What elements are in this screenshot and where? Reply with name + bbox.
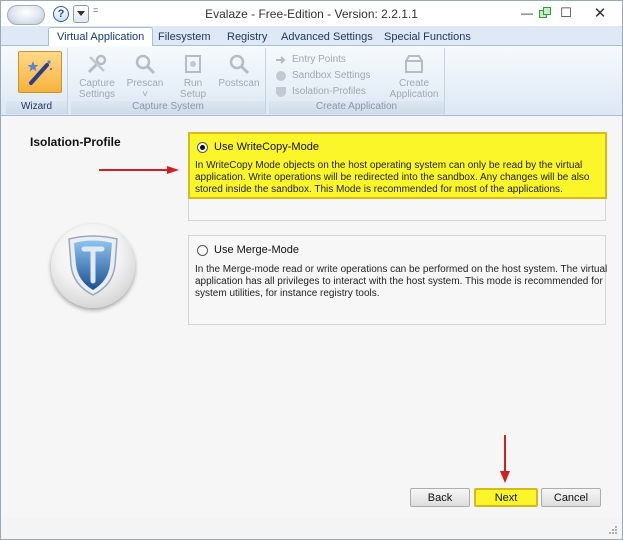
tab-advanced-settings[interactable]: Advanced Settings bbox=[273, 28, 381, 46]
isolation-shield-icon bbox=[51, 224, 135, 308]
cancel-button[interactable]: Cancel bbox=[541, 488, 601, 507]
tab-virtual-application[interactable]: Virtual Application bbox=[48, 27, 154, 47]
create-application-label-2: Application bbox=[389, 89, 439, 100]
merge-radio[interactable] bbox=[197, 244, 208, 256]
capture-settings-label-2: Settings bbox=[78, 89, 116, 100]
sphere-icon bbox=[275, 70, 287, 82]
resize-grip[interactable] bbox=[608, 525, 618, 535]
writecopy-radio-option[interactable]: Use WriteCopy-Mode bbox=[197, 141, 319, 153]
merge-description-line: system utilities, for instance registry … bbox=[195, 288, 380, 299]
annotation-arrow-icon bbox=[99, 166, 179, 174]
create-application-button[interactable]: Create Application bbox=[389, 52, 439, 100]
sandbox-settings-button[interactable]: Sandbox Settings bbox=[275, 68, 370, 83]
writecopy-description-line: application. Write operations will be re… bbox=[195, 172, 590, 183]
magnifier-icon bbox=[227, 52, 251, 76]
entry-points-label: Entry Points bbox=[292, 54, 346, 65]
tab-registry[interactable]: Registry bbox=[219, 28, 275, 46]
app-window: ? = Evalaze - Free-Edition - Version: 2.… bbox=[0, 0, 623, 540]
shield-icon bbox=[275, 86, 287, 98]
run-setup-label-2: Setup bbox=[179, 89, 207, 100]
isolation-profiles-label: Isolation-Profiles bbox=[292, 86, 366, 97]
capture-group-label: Capture System bbox=[71, 101, 265, 114]
title-bar: ? = Evalaze - Free-Edition - Version: 2.… bbox=[1, 1, 622, 27]
arrow-icon bbox=[275, 54, 287, 66]
tools-icon bbox=[85, 52, 109, 76]
prescan-dropdown-glyph: ˅ bbox=[142, 89, 148, 100]
postscan-label: Postscan bbox=[218, 78, 260, 89]
merge-description-line: application has all privileges to intera… bbox=[195, 276, 603, 287]
entry-points-button[interactable]: Entry Points bbox=[275, 52, 346, 67]
page-title: Isolation-Profile bbox=[30, 135, 121, 149]
merge-description: In the Merge-mode read or write operatio… bbox=[195, 264, 607, 300]
run-setup-button[interactable]: Run Setup bbox=[171, 52, 215, 100]
close-button[interactable]: ✕ bbox=[590, 4, 610, 22]
wizard-group: Wizard bbox=[6, 48, 68, 114]
capture-settings-button[interactable]: Capture Settings bbox=[75, 52, 119, 100]
merge-radio-option[interactable]: Use Merge-Mode bbox=[197, 244, 299, 256]
writecopy-label: Use WriteCopy-Mode bbox=[214, 141, 319, 153]
ribbon-panel: Wizard Capture Settings Prescan ˅ Run Se… bbox=[1, 46, 622, 116]
back-button[interactable]: Back bbox=[410, 488, 470, 507]
magnifier-icon bbox=[133, 52, 157, 76]
package-icon bbox=[402, 52, 426, 76]
isolation-profiles-button[interactable]: Isolation-Profiles bbox=[275, 84, 366, 99]
writecopy-description-line: In WriteCopy Mode objects on the host op… bbox=[195, 160, 583, 171]
windows-icon bbox=[539, 7, 551, 19]
magic-wand-icon bbox=[27, 60, 53, 85]
setup-icon bbox=[181, 52, 205, 76]
writecopy-radio[interactable] bbox=[197, 141, 208, 153]
minimize-button[interactable]: — bbox=[517, 4, 537, 22]
next-button[interactable]: Next bbox=[474, 488, 538, 507]
wizard-content: Isolation-Profile Use WriteCopy-Mode In … bbox=[1, 117, 622, 517]
ribbon-tabs: Virtual Application Filesystem Registry … bbox=[1, 26, 622, 47]
maximize-button[interactable]: ☐ bbox=[556, 4, 576, 22]
tab-filesystem[interactable]: Filesystem bbox=[150, 28, 219, 46]
create-application-label-1: Create bbox=[398, 78, 429, 89]
wizard-button[interactable] bbox=[18, 51, 62, 93]
tab-special-functions[interactable]: Special Functions bbox=[376, 28, 479, 46]
wizard-group-label: Wizard bbox=[6, 101, 67, 114]
capture-system-group: Capture Settings Prescan ˅ Run Setup Pos… bbox=[71, 48, 266, 114]
run-setup-label-1: Run bbox=[183, 78, 203, 89]
sandbox-settings-label: Sandbox Settings bbox=[292, 70, 371, 81]
postscan-button[interactable]: Postscan bbox=[217, 52, 261, 100]
capture-settings-label-1: Capture bbox=[79, 78, 115, 89]
merge-label: Use Merge-Mode bbox=[214, 244, 299, 256]
annotation-arrow-icon bbox=[500, 435, 510, 483]
prescan-button[interactable]: Prescan ˅ bbox=[123, 52, 167, 100]
prescan-label: Prescan bbox=[126, 78, 164, 89]
writecopy-description: In WriteCopy Mode objects on the host op… bbox=[195, 160, 590, 196]
create-application-group: Entry Points Sandbox Settings Isolation-… bbox=[269, 48, 445, 114]
restore-window-icon[interactable] bbox=[535, 4, 555, 22]
writecopy-description-line: stored inside the sandbox. This Mode is … bbox=[195, 184, 563, 195]
merge-description-line: In the Merge-mode read or write operatio… bbox=[195, 264, 608, 275]
create-group-label: Create Application bbox=[269, 101, 444, 114]
